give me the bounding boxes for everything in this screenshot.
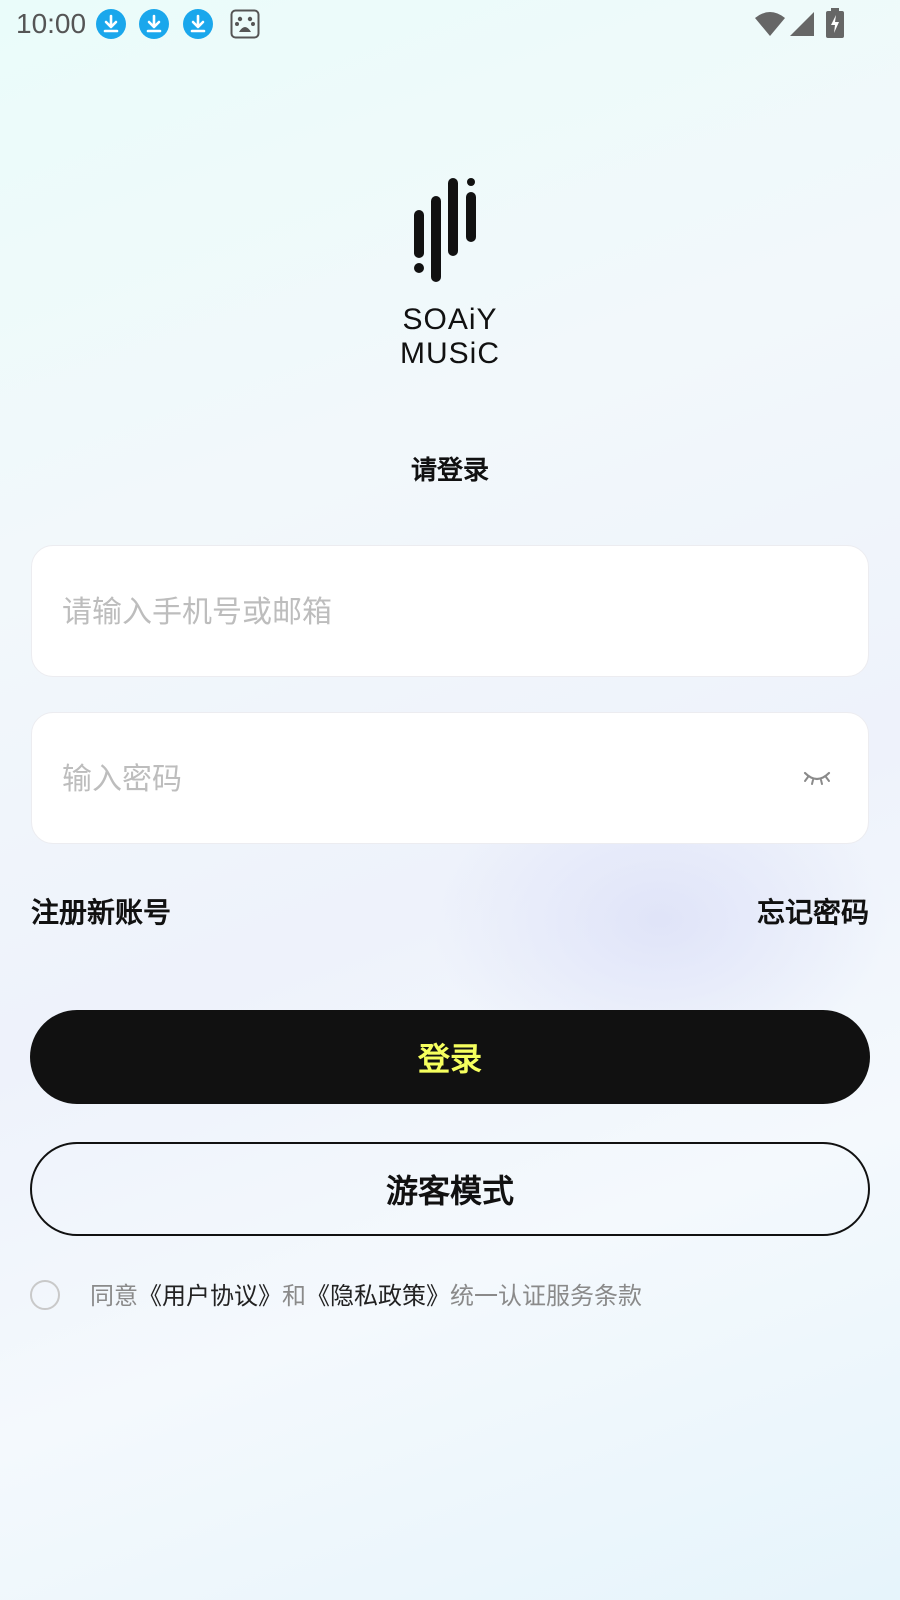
status-time: 10:00 — [16, 8, 87, 39]
agreement-suffix: 统一认证服务条款 — [450, 1282, 642, 1310]
agreement-text: 同意《用户协议》和《隐私政策》统一认证服务条款 — [90, 1280, 642, 1312]
login-button[interactable]: 登录 — [30, 1010, 870, 1104]
download-icon — [139, 9, 169, 39]
password-input[interactable] — [60, 713, 784, 845]
account-field-container — [31, 545, 869, 678]
register-link[interactable]: 注册新账号 — [31, 895, 171, 931]
agreement-checkbox[interactable] — [30, 1280, 60, 1310]
eye-closed-icon[interactable] — [802, 765, 832, 789]
sound-bars-icon — [414, 178, 476, 282]
agreement-prefix: 同意 — [90, 1282, 138, 1310]
status-bar: 10:00 — [0, 0, 900, 50]
privacy-policy-link[interactable]: 《隐私政策》 — [306, 1282, 450, 1310]
baidu-icon — [230, 9, 260, 39]
login-button-label: 登录 — [417, 1040, 482, 1078]
download-icon — [183, 9, 213, 39]
download-icon — [96, 9, 126, 39]
guest-mode-button[interactable]: 游客模式 — [30, 1142, 870, 1236]
signal-icon — [790, 12, 814, 36]
account-input[interactable] — [60, 546, 784, 678]
page-title: 请登录 — [410, 456, 489, 486]
guest-mode-button-label: 游客模式 — [385, 1172, 514, 1210]
wifi-icon — [755, 12, 785, 36]
password-field-container — [31, 712, 869, 845]
user-agreement-link[interactable]: 《用户协议》 — [138, 1282, 282, 1310]
brand-name: SOAiY MUSiC — [400, 303, 500, 370]
forgot-password-link[interactable]: 忘记密码 — [757, 895, 869, 931]
agreement-and: 和 — [282, 1282, 306, 1310]
battery-charging-icon — [826, 8, 844, 38]
